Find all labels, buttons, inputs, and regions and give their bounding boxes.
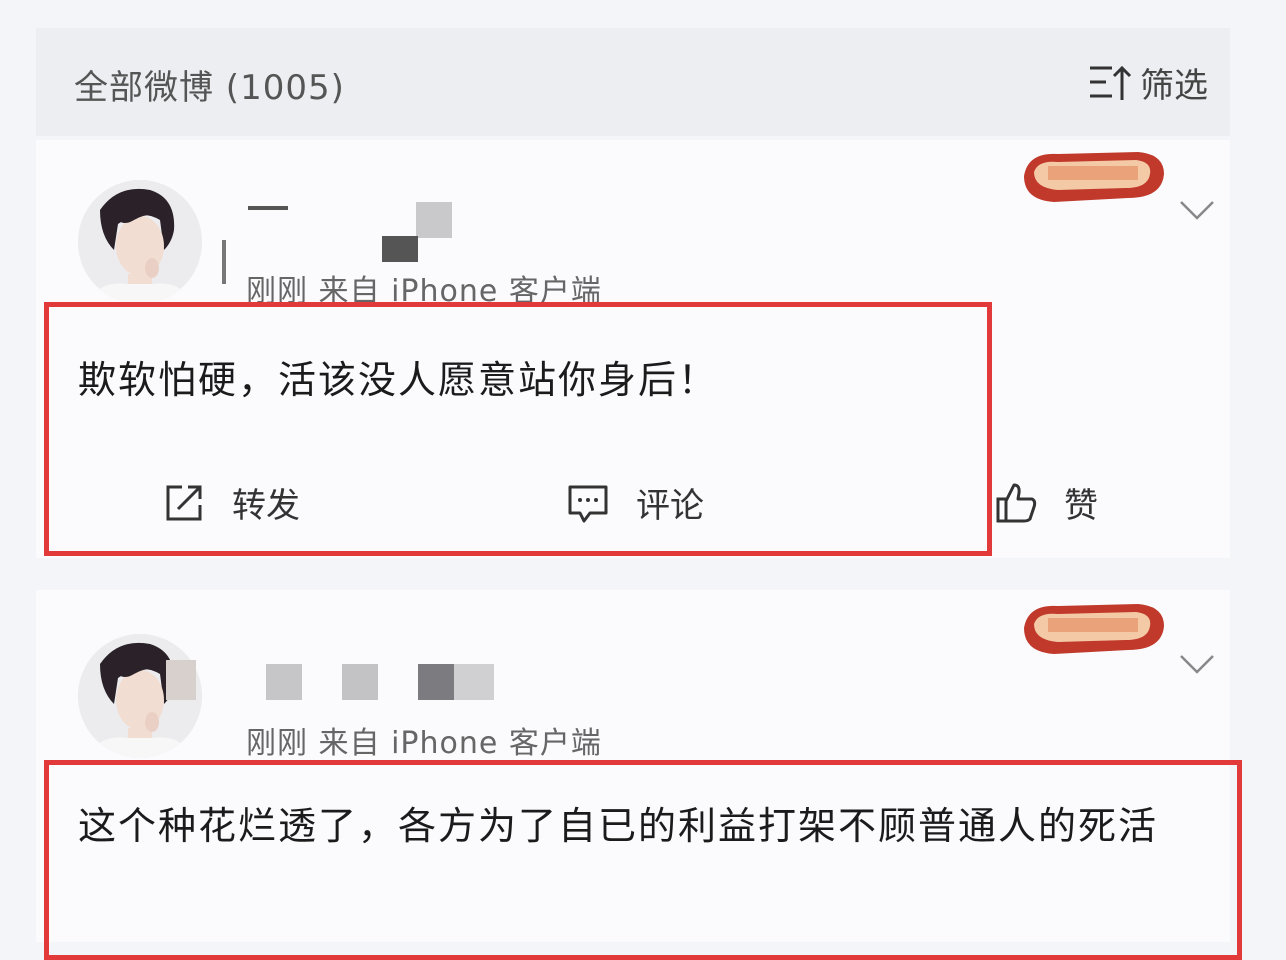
vip-badge-icon [1024, 152, 1164, 202]
username-pixelated [454, 664, 494, 700]
avatar-portrait [78, 180, 202, 304]
comment-icon [568, 485, 608, 522]
highlight-box [44, 760, 1242, 960]
username-pixelated [416, 202, 452, 238]
filter-label: 筛选 [1140, 66, 1208, 106]
post-meta: 刚刚 来自 iPhone 客户端 [246, 726, 602, 761]
username-pixelated [166, 660, 196, 700]
username-pixelated [266, 664, 302, 700]
repost-icon [166, 485, 202, 520]
divider [222, 240, 226, 284]
filter-button[interactable]: 筛选 [1086, 58, 1208, 107]
repost-button[interactable]: 转发 [162, 478, 300, 527]
like-icon [996, 483, 1037, 522]
avatar[interactable] [78, 180, 202, 304]
filter-icon [1090, 65, 1132, 100]
feed-header: 全部微博 (1005) 筛选 [36, 28, 1230, 136]
comment-label: 评论 [636, 486, 704, 526]
username-pixelated [418, 664, 454, 700]
username-pixelated [382, 236, 418, 262]
chevron-down-icon[interactable] [1178, 652, 1216, 676]
username-pixelated [248, 206, 288, 210]
like-label: 赞 [1064, 486, 1098, 526]
vip-badge-icon [1024, 604, 1164, 654]
post-content: 欺软怕硬，活该没人愿意站你身后！ [78, 358, 719, 402]
repost-label: 转发 [232, 486, 300, 526]
like-button[interactable]: 赞 [994, 478, 1098, 527]
username-pixelated [342, 664, 378, 700]
comment-button[interactable]: 评论 [566, 478, 704, 527]
feed-title: 全部微博 (1005) [74, 68, 345, 108]
post-content: 这个种花烂透了，各方为了自已的利益打架不顾普通人的死活 [78, 804, 1159, 848]
chevron-down-icon[interactable] [1178, 198, 1216, 222]
